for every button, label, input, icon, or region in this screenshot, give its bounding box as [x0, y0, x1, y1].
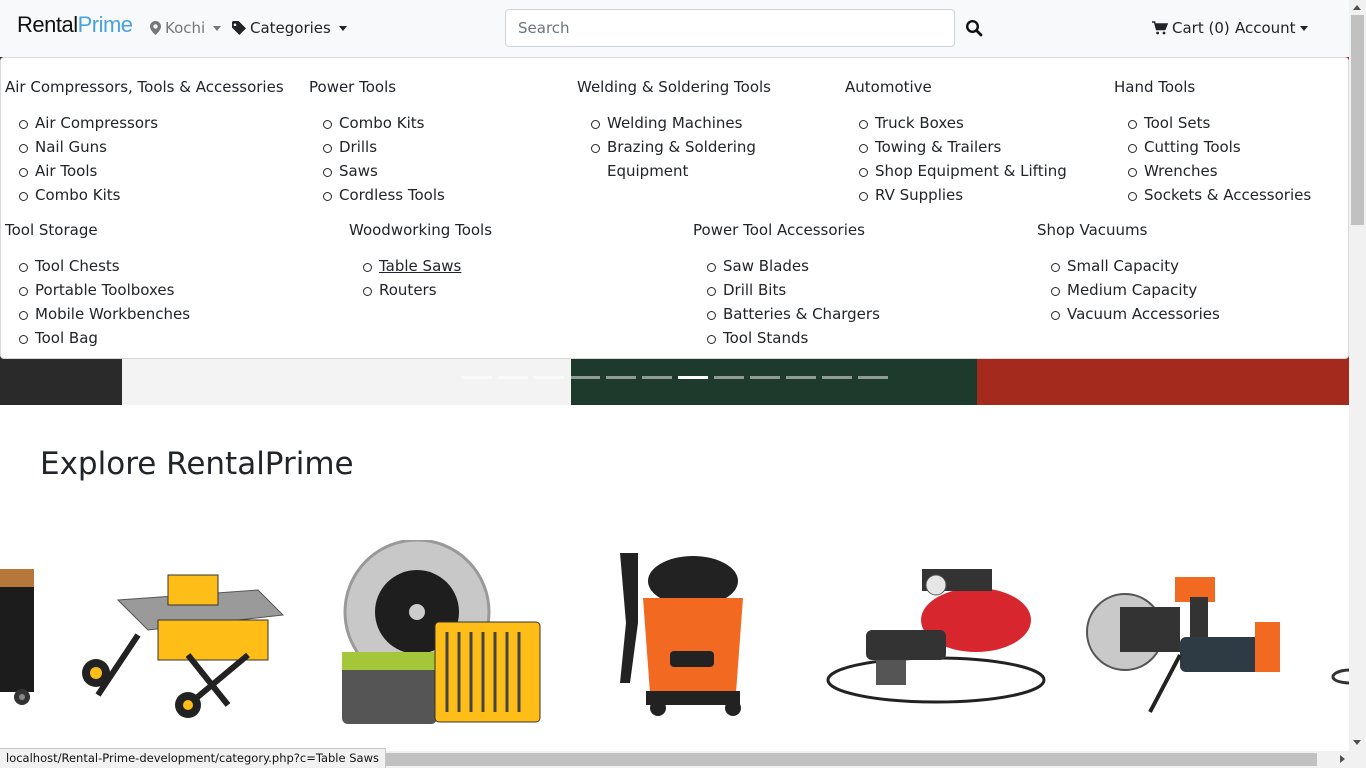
subcategory-link[interactable]: Cordless Tools: [323, 183, 445, 207]
subcategory-link[interactable]: Vacuum Accessories: [1051, 302, 1220, 326]
category-heading[interactable]: Tool Storage: [5, 221, 190, 239]
scrollbar-thumb[interactable]: [1351, 15, 1364, 225]
category-group-welding: Welding & Soldering Tools Welding Machin…: [577, 78, 777, 183]
category-group-air-compressors: Air Compressors, Tools & Accessories Air…: [5, 78, 284, 207]
account-label: Account: [1235, 19, 1296, 37]
combo-power-tools-image[interactable]: [1080, 577, 1295, 717]
carousel-indicator[interactable]: [570, 376, 600, 379]
subcategory-link[interactable]: Combo Kits: [19, 183, 284, 207]
categories-dropdown[interactable]: Categories: [232, 19, 347, 37]
subcategory-link[interactable]: Tool Stands: [707, 326, 880, 350]
carousel-indicator[interactable]: [750, 376, 780, 379]
subcategory-link[interactable]: Saw Blades: [707, 254, 880, 278]
category-heading[interactable]: Air Compressors, Tools & Accessories: [5, 78, 284, 96]
subcategory-link[interactable]: Cutting Tools: [1127, 135, 1311, 159]
category-heading[interactable]: Woodworking Tools: [349, 221, 492, 239]
cart-link[interactable]: Cart (0): [1152, 19, 1230, 37]
categories-label: Categories: [250, 19, 331, 37]
subcategory-link[interactable]: Shop Equipment & Lifting: [859, 159, 1067, 183]
carousel-indicator[interactable]: [462, 376, 492, 379]
category-heading[interactable]: Power Tool Accessories: [693, 221, 880, 239]
carousel-indicators: [462, 376, 888, 379]
subcategory-link[interactable]: RV Supplies: [859, 183, 1067, 207]
location-dropdown[interactable]: Kochi: [150, 19, 222, 37]
subcategory-link[interactable]: Small Capacity: [1051, 254, 1220, 278]
subcategory-link[interactable]: Batteries & Chargers: [707, 302, 880, 326]
carousel-indicator[interactable]: [786, 376, 816, 379]
category-group-hand-tools: Hand Tools Tool Sets Cutting Tools Wrenc…: [1114, 78, 1311, 207]
category-group-automotive: Automotive Truck Boxes Towing & Trailers…: [845, 78, 1067, 207]
category-group-woodworking: Woodworking Tools Table Saws Routers: [349, 221, 492, 302]
subcategory-link[interactable]: Tool Chests: [18, 254, 190, 278]
subcategory-link[interactable]: Truck Boxes: [859, 111, 1067, 135]
subcategory-link[interactable]: Drill Bits: [707, 278, 880, 302]
subcategory-link[interactable]: Mobile Workbenches: [18, 302, 190, 326]
subcategory-link[interactable]: Nail Guns: [19, 135, 284, 159]
subcategory-link[interactable]: Portable Toolboxes: [18, 278, 190, 302]
map-marker-icon: [150, 21, 161, 35]
vertical-scrollbar[interactable]: [1349, 0, 1366, 768]
carousel-indicator-active[interactable]: [678, 376, 708, 379]
navbar: RentalPrime Kochi Categories Cart (0) Ac…: [0, 0, 1349, 57]
cart-label: Cart (0): [1172, 19, 1230, 37]
subcategory-link[interactable]: Air Tools: [19, 159, 284, 183]
category-group-power-tool-accessories: Power Tool Accessories Saw Blades Drill …: [693, 221, 880, 350]
category-group-tool-storage: Tool Storage Tool Chests Portable Toolbo…: [5, 221, 190, 350]
brand-logo[interactable]: RentalPrime: [17, 12, 133, 38]
category-heading[interactable]: Shop Vacuums: [1037, 221, 1220, 239]
subcategory-link[interactable]: Wrenches: [1127, 159, 1311, 183]
scroll-up-arrow-icon[interactable]: [1353, 5, 1361, 10]
subcategory-link[interactable]: Saws: [323, 159, 445, 183]
saw-blade-and-drill-bits-image[interactable]: [317, 540, 552, 730]
browser-status-url: localhost/Rental-Prime-development/categ…: [0, 748, 386, 768]
category-heading[interactable]: Welding & Soldering Tools: [577, 78, 777, 96]
carousel-indicator[interactable]: [534, 376, 564, 379]
subcategory-link[interactable]: Towing & Trailers: [859, 135, 1067, 159]
subcategory-link-hovered[interactable]: Table Saws: [362, 254, 492, 278]
chevron-down-icon: [1299, 25, 1308, 31]
categories-mega-menu: Air Compressors, Tools & Accessories Air…: [0, 57, 1349, 359]
subcategory-link[interactable]: Medium Capacity: [1051, 278, 1220, 302]
carousel-indicator[interactable]: [498, 376, 528, 379]
table-saw-image[interactable]: [78, 555, 288, 720]
subcategory-link[interactable]: Tool Sets: [1127, 111, 1311, 135]
subcategory-link[interactable]: Sockets & Accessories: [1127, 183, 1311, 207]
chevron-down-icon: [213, 25, 222, 31]
tool-chest-image[interactable]: [0, 565, 40, 710]
air-compressor-nailer-kit-image[interactable]: [826, 565, 1048, 705]
carousel-indicator[interactable]: [822, 376, 852, 379]
scroll-right-arrow-icon[interactable]: [1340, 755, 1345, 763]
subcategory-link[interactable]: Welding Machines: [591, 111, 777, 135]
category-heading[interactable]: Automotive: [845, 78, 1067, 96]
subcategory-link[interactable]: Tool Bag: [18, 326, 190, 350]
subcategory-link[interactable]: Air Compressors: [19, 111, 284, 135]
chevron-down-icon: [338, 25, 347, 31]
account-dropdown[interactable]: Account: [1235, 19, 1308, 37]
subcategory-link[interactable]: Routers: [362, 278, 492, 302]
carousel-indicator[interactable]: [714, 376, 744, 379]
search-icon[interactable]: [965, 19, 983, 37]
shopping-cart-icon: [1152, 21, 1168, 35]
tag-icon: [232, 21, 246, 35]
subcategory-link[interactable]: Drills: [323, 135, 445, 159]
carousel-indicator[interactable]: [642, 376, 672, 379]
product-partial-image[interactable]: [1330, 665, 1350, 690]
category-group-shop-vacuums: Shop Vacuums Small Capacity Medium Capac…: [1037, 221, 1220, 326]
category-heading[interactable]: Hand Tools: [1114, 78, 1311, 96]
category-heading[interactable]: Power Tools: [309, 78, 445, 96]
location-label: Kochi: [165, 19, 206, 37]
search-input[interactable]: [505, 9, 955, 47]
explore-heading: Explore RentalPrime: [40, 446, 354, 482]
category-group-power-tools: Power Tools Combo Kits Drills Saws Cordl…: [309, 78, 445, 207]
carousel-indicator[interactable]: [606, 376, 636, 379]
shop-vacuum-image[interactable]: [608, 553, 753, 718]
subcategory-link[interactable]: Combo Kits: [323, 111, 445, 135]
carousel-indicator[interactable]: [858, 376, 888, 379]
scroll-down-arrow-icon[interactable]: [1353, 740, 1361, 745]
subcategory-link[interactable]: Brazing & Soldering Equipment: [591, 135, 777, 183]
